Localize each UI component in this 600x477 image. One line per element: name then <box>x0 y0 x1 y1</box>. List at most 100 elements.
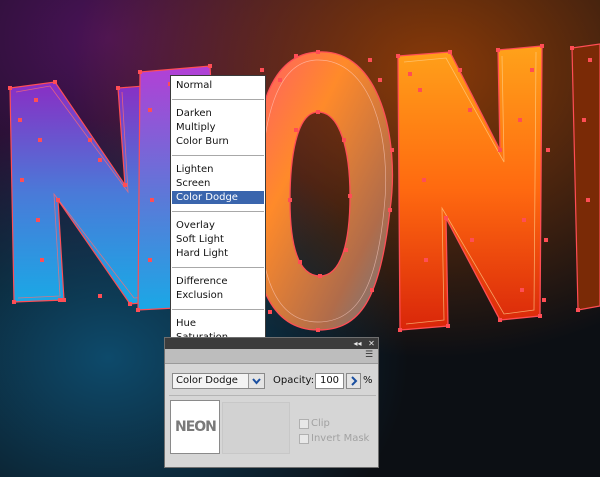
blend-mode-option[interactable]: Screen <box>172 177 264 190</box>
anchor-point[interactable] <box>538 314 542 318</box>
anchor-point[interactable] <box>40 258 44 262</box>
anchor-point[interactable] <box>348 194 352 198</box>
anchor-point[interactable] <box>424 258 428 262</box>
chevron-down-icon[interactable] <box>248 374 264 388</box>
anchor-point[interactable] <box>530 68 534 72</box>
anchor-point[interactable] <box>56 198 60 202</box>
anchor-point[interactable] <box>36 218 40 222</box>
panel-menu-icon[interactable]: ☰ <box>364 351 374 360</box>
blend-mode-option[interactable]: Color Dodge <box>172 191 264 204</box>
close-icon[interactable]: ✕ <box>367 339 376 348</box>
anchor-point[interactable] <box>370 288 374 292</box>
anchor-point[interactable] <box>38 138 42 142</box>
anchor-point[interactable] <box>368 58 372 62</box>
anchor-point[interactable] <box>18 118 22 122</box>
anchor-point[interactable] <box>8 86 12 90</box>
anchor-point[interactable] <box>20 178 24 182</box>
anchor-point[interactable] <box>12 300 16 304</box>
clip-checkbox[interactable] <box>299 419 309 429</box>
anchor-point[interactable] <box>396 54 400 58</box>
anchor-point[interactable] <box>278 78 282 82</box>
blend-mode-option[interactable]: Exclusion <box>172 289 264 302</box>
anchor-point[interactable] <box>53 80 57 84</box>
anchor-point[interactable] <box>540 44 544 48</box>
anchor-point[interactable] <box>544 238 548 242</box>
anchor-point[interactable] <box>123 183 127 187</box>
anchor-point[interactable] <box>150 198 154 202</box>
anchor-point[interactable] <box>422 178 426 182</box>
anchor-point[interactable] <box>418 88 422 92</box>
anchor-point[interactable] <box>318 274 322 278</box>
anchor-point[interactable] <box>398 328 402 332</box>
anchor-point[interactable] <box>390 148 394 152</box>
clip-label: Clip <box>311 418 330 429</box>
blend-mode-option[interactable]: Lighten <box>172 163 264 176</box>
anchor-point[interactable] <box>448 50 452 54</box>
anchor-point[interactable] <box>316 110 320 114</box>
anchor-point[interactable] <box>498 318 502 322</box>
anchor-point[interactable] <box>388 208 392 212</box>
blend-mode-option[interactable]: Hue <box>172 317 264 330</box>
anchor-point[interactable] <box>294 128 298 132</box>
anchor-point[interactable] <box>98 294 102 298</box>
opacity-mask-area[interactable] <box>222 402 290 454</box>
anchor-point[interactable] <box>586 198 590 202</box>
blend-mode-option[interactable]: Difference <box>172 275 264 288</box>
blend-mode-option[interactable]: Soft Light <box>172 233 264 246</box>
anchor-point[interactable] <box>268 310 272 314</box>
anchor-point[interactable] <box>294 54 298 58</box>
anchor-point[interactable] <box>128 302 132 306</box>
anchor-point[interactable] <box>298 260 302 264</box>
anchor-point[interactable] <box>148 258 152 262</box>
anchor-point[interactable] <box>342 138 346 142</box>
anchor-point[interactable] <box>576 308 580 312</box>
anchor-point[interactable] <box>570 46 574 50</box>
anchor-point[interactable] <box>316 50 320 54</box>
blend-mode-option[interactable]: Normal <box>172 79 264 92</box>
object-thumbnail[interactable]: NEON <box>170 400 220 454</box>
anchor-point[interactable] <box>34 98 38 102</box>
blend-mode-option[interactable]: Darken <box>172 107 264 120</box>
anchor-point[interactable] <box>542 298 546 302</box>
blend-mode-select[interactable]: Color Dodge <box>172 373 265 389</box>
anchor-point[interactable] <box>116 86 120 90</box>
blend-mode-list[interactable]: Normal Darken Multiply Color Burn Lighten Scr… <box>170 75 266 371</box>
anchor-point[interactable] <box>408 72 412 76</box>
anchor-point[interactable] <box>138 70 142 74</box>
panel-titlebar[interactable]: ◂◂ ✕ <box>165 338 378 349</box>
anchor-point[interactable] <box>588 58 592 62</box>
panel-tab-bar: ☰ <box>165 349 378 364</box>
collapse-icon[interactable]: ◂◂ <box>353 339 362 348</box>
anchor-point[interactable] <box>444 216 448 220</box>
anchor-point[interactable] <box>98 158 102 162</box>
chevron-right-icon[interactable] <box>346 373 361 389</box>
anchor-point[interactable] <box>88 138 92 142</box>
anchor-point[interactable] <box>62 298 66 302</box>
anchor-point[interactable] <box>458 68 462 72</box>
anchor-point[interactable] <box>546 148 550 152</box>
blend-mode-option[interactable]: Hard Light <box>172 247 264 260</box>
anchor-point[interactable] <box>136 308 140 312</box>
anchor-point[interactable] <box>378 78 382 82</box>
anchor-point[interactable] <box>518 118 522 122</box>
anchor-point[interactable] <box>148 108 152 112</box>
blend-mode-option[interactable]: Color Burn <box>172 135 264 148</box>
anchor-point[interactable] <box>446 324 450 328</box>
anchor-point[interactable] <box>208 64 212 68</box>
anchor-point[interactable] <box>468 108 472 112</box>
anchor-point[interactable] <box>58 298 62 302</box>
blend-mode-option[interactable]: Multiply <box>172 121 264 134</box>
anchor-point[interactable] <box>496 48 500 52</box>
anchor-point[interactable] <box>470 238 474 242</box>
anchor-point[interactable] <box>288 198 292 202</box>
anchor-point[interactable] <box>498 148 502 152</box>
anchor-point[interactable] <box>344 248 348 252</box>
anchor-point[interactable] <box>316 328 320 332</box>
opacity-input[interactable]: 100 <box>315 373 344 389</box>
anchor-point[interactable] <box>260 68 264 72</box>
anchor-point[interactable] <box>582 118 586 122</box>
anchor-point[interactable] <box>522 218 526 222</box>
blend-mode-option[interactable]: Overlay <box>172 219 264 232</box>
invert-mask-checkbox[interactable] <box>299 434 309 444</box>
anchor-point[interactable] <box>520 288 524 292</box>
